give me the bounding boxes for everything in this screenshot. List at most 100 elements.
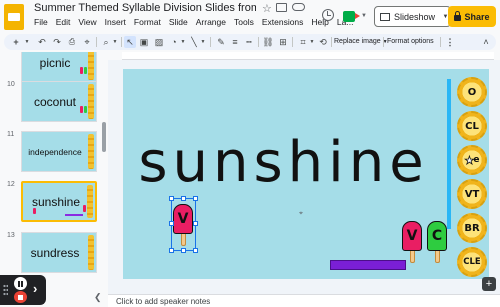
undo-icon[interactable]: ↶ [36,36,48,48]
divider-line[interactable] [447,79,451,229]
document-title[interactable]: Summer Themed Syllable Division Slides f… [34,2,256,14]
toolbar-divider [210,37,211,47]
slide-thumbnail-10[interactable]: coconut [21,81,97,122]
drag-handle-icon[interactable] [3,284,8,296]
resize-handle[interactable] [181,196,186,201]
slide-thumbnail-11[interactable]: independence [21,131,97,172]
resize-handle[interactable] [169,221,174,226]
star-icon[interactable]: ☆ [262,2,272,15]
badge-silent-e-label: e [473,155,480,165]
popsicle-vowel[interactable]: V [402,221,422,263]
format-options-button[interactable]: Format options [387,36,434,48]
link-icon[interactable]: ⛓ [262,36,274,48]
replace-image-label: Replace image [334,38,381,45]
meet-button[interactable]: ▼ [343,7,367,25]
border-dash-icon[interactable]: ┅ [243,36,255,48]
speaker-notes[interactable]: Click to add speaker notes + [108,277,500,307]
menu-tools[interactable]: Tools [234,17,254,27]
recording-widget: › [0,275,46,305]
slide-number: 11 [7,131,15,138]
menu-extensions[interactable]: Extensions [262,17,304,27]
toolbar-divider [292,37,293,47]
slide-thumbnail-13[interactable]: sundress [21,232,97,273]
line-caret-icon[interactable]: ▼ [200,36,206,48]
move-folder-icon[interactable] [276,3,287,12]
zoom-caret-icon[interactable]: ▼ [112,36,118,48]
badge-open[interactable]: O [457,77,487,107]
border-weight-icon[interactable]: ≡ [229,36,241,48]
border-color-icon[interactable]: ✎ [215,36,227,48]
badge-vowel-team[interactable]: VT [457,179,487,209]
paint-format-icon[interactable]: ⌖ [81,36,93,48]
thumbnail-tray [65,214,83,216]
badge-bossy-r[interactable]: BR [457,213,487,243]
version-history-icon[interactable] [322,9,334,21]
popsicle-consonant[interactable]: C [427,221,447,263]
text-box-icon[interactable]: ▣ [138,36,150,48]
slide-word[interactable]: sunshine [123,135,444,191]
speaker-notes-placeholder[interactable]: Click to add speaker notes [116,297,210,306]
pause-icon[interactable] [14,277,27,290]
popsicle-tray[interactable] [330,260,406,270]
resize-handle[interactable] [193,248,198,253]
collapse-filmstrip-icon[interactable]: ❮ [94,292,102,303]
collapse-menus-icon[interactable]: ˄ [480,36,492,48]
lock-icon [454,11,462,21]
menu-file[interactable]: File [34,17,48,27]
new-slide-caret-icon[interactable]: ▼ [24,36,30,48]
line-icon[interactable]: ╲ [188,36,200,48]
slideshow-button[interactable]: Slideshow [374,6,442,27]
menu-slide[interactable]: Slide [169,17,188,27]
redo-icon[interactable]: ↷ [51,36,63,48]
shape-caret-icon[interactable]: ▼ [180,36,186,48]
resize-handle[interactable] [193,221,198,226]
menu-insert[interactable]: Insert [105,17,126,27]
explore-plus-icon[interactable]: + [482,277,496,291]
menu-edit[interactable]: Edit [56,17,71,27]
menu-arrange[interactable]: Arrange [196,17,226,27]
new-slide-plus-icon[interactable]: + [10,36,22,48]
toolbar-divider [96,37,97,47]
menu-format[interactable]: Format [134,17,161,27]
share-button[interactable]: Share [448,6,496,27]
more-options-icon[interactable]: ⋮ [444,36,456,48]
print-icon[interactable]: ⎙ [66,36,78,48]
filmstrip-scrollbar[interactable] [102,122,106,152]
resize-handle[interactable] [169,196,174,201]
star-e-icon: ★ e [464,153,480,167]
thumbnail-badges [88,235,94,270]
crop-icon[interactable]: ⌗ [297,36,309,48]
reset-image-icon[interactable]: ⟲ [317,36,329,48]
cloud-status-icon[interactable] [292,3,305,11]
resize-handle[interactable] [169,248,174,253]
chevron-down-icon: ▼ [361,13,367,19]
slide-thumbnail-9[interactable]: picnic [21,52,97,83]
thumbnail-badges [87,185,93,218]
resize-handle[interactable] [193,196,198,201]
comment-icon[interactable]: ⊞ [277,36,289,48]
zoom-icon[interactable]: ⌕ [100,36,112,48]
popsicle-stick [409,251,415,263]
stop-recording-icon[interactable] [14,291,27,303]
thumbnail-popsicle [33,208,36,214]
badge-closed[interactable]: CL [457,111,487,141]
resize-handle[interactable] [181,248,186,253]
badge-silent-e[interactable]: ★ e [457,145,487,175]
popsicle-letter: C [427,221,447,251]
crop-caret-icon[interactable]: ▼ [309,36,315,48]
slide-thumbnail-12-selected[interactable]: sunshine [21,181,97,222]
app-header: Summer Themed Syllable Division Slides f… [0,0,500,33]
thumbnail-badges [88,52,94,80]
select-cursor-icon[interactable]: ↖ [124,36,136,48]
thumbnail-word: picnic [39,55,71,70]
shape-icon[interactable]: ◔ [168,36,180,48]
menu-view[interactable]: View [78,17,96,27]
horizontal-ruler[interactable] [122,52,494,60]
replace-image-button[interactable]: Replace image ▼ [334,36,388,48]
image-icon[interactable]: ▨ [153,36,165,48]
slideshow-icon [380,12,390,21]
badge-consonant-le[interactable]: CLE [457,247,487,277]
slide-number: 10 [7,81,15,88]
chevron-right-icon[interactable]: › [33,281,37,296]
slides-logo-icon[interactable] [4,4,24,30]
